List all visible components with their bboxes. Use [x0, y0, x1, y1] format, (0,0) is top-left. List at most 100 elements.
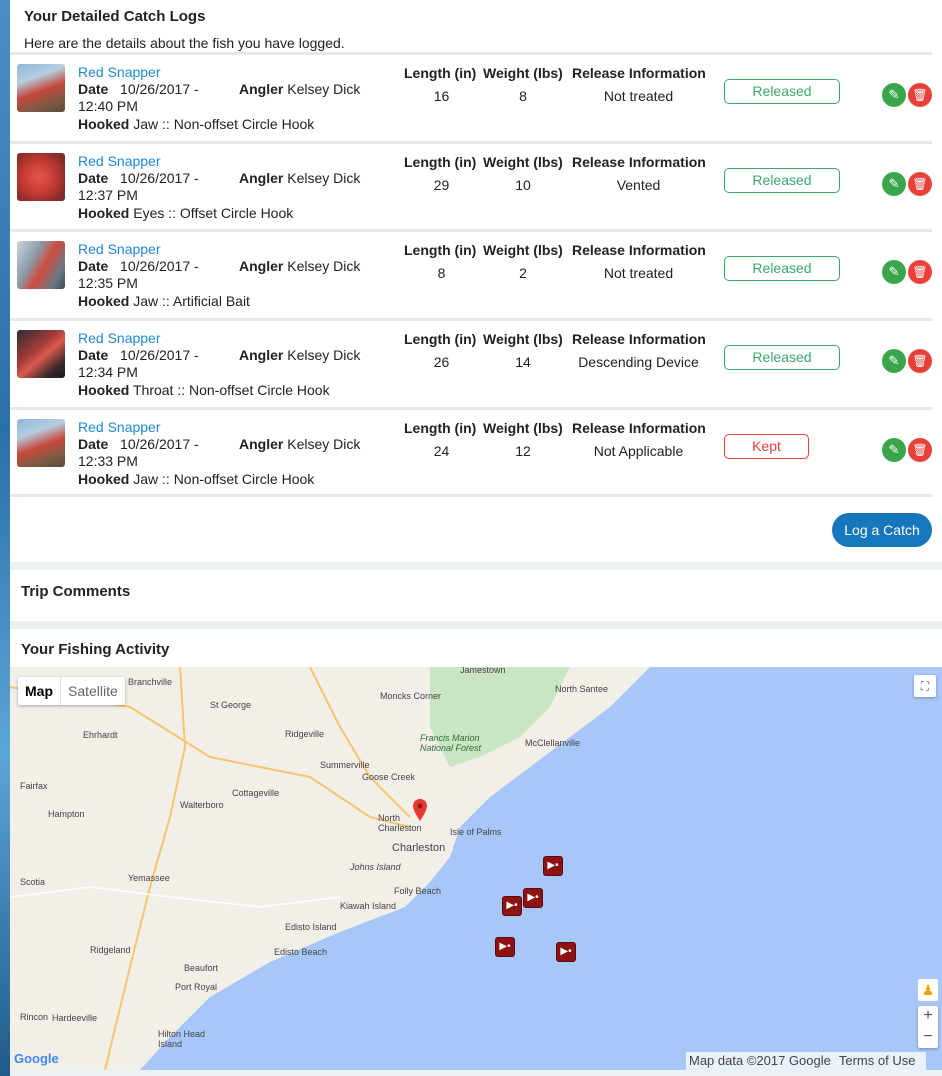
angler-label: Angler [239, 435, 284, 452]
map-place-label: Hardeeville [52, 1013, 98, 1023]
map-type-control[interactable]: Map Satellite [18, 677, 125, 705]
google-logo: Google [14, 1051, 59, 1066]
catch-marker-fish-icon[interactable]: ▶• [543, 856, 563, 876]
catch-date: Date 10/26/2017 - 12:33 PM [78, 436, 213, 470]
zoom-in-button[interactable]: + [918, 1006, 938, 1027]
catch-angler: Angler Kelsey Dick [239, 170, 360, 186]
map-type-map-button[interactable]: Map [18, 677, 60, 705]
catch-log-row: Red Snapper Date 10/26/2017 - 12:33 PM A… [10, 406, 932, 493]
catch-status-badge[interactable]: Released [724, 256, 840, 282]
length-header: Length (in) [404, 65, 477, 81]
map-place-label: Goose Creek [362, 772, 416, 782]
street-view-pegman-icon[interactable]: ♟ [918, 979, 938, 1001]
catch-status-badge[interactable]: Released [724, 167, 840, 193]
highway-road [309, 667, 411, 818]
map-place-label: McClellanville [525, 738, 581, 748]
map-place-label: Edisto Beach [274, 947, 328, 957]
catch-marker-fish-icon[interactable]: ▶• [523, 888, 543, 908]
weight-value: 2 [519, 265, 527, 282]
map-place-label: Walterboro [180, 800, 224, 810]
angler-label: Angler [239, 169, 284, 186]
catch-marker-fish-icon[interactable]: ▶• [495, 937, 515, 957]
length-value: 16 [433, 88, 450, 104]
catch-photo[interactable] [17, 241, 65, 290]
edit-pencil-icon[interactable]: ✎ [882, 260, 906, 285]
weight-header: Weight (lbs) [483, 419, 563, 436]
edit-pencil-icon[interactable]: ✎ [882, 171, 906, 196]
catch-photo[interactable] [17, 64, 65, 112]
date-label: Date [78, 347, 109, 364]
map-place-label: Ridgeville [285, 729, 325, 739]
species-link[interactable]: Red Snapper [78, 241, 161, 257]
map-place-label: Hilton Head Island [158, 1029, 206, 1049]
catch-hooked: Hooked Throat :: Non-offset Circle Hook [78, 382, 330, 398]
species-link[interactable]: Red Snapper [78, 64, 161, 80]
catch-photo[interactable] [17, 152, 65, 201]
catch-date: Date 10/26/2017 - 12:35 PM [78, 258, 213, 292]
edit-pencil-icon[interactable]: ✎ [882, 83, 906, 107]
hooked-label: Hooked [78, 116, 130, 132]
catch-marker-fish-icon[interactable]: ▶• [502, 896, 522, 916]
catch-status-badge[interactable]: Released [724, 345, 840, 371]
hooked-label: Hooked [78, 293, 130, 310]
map-canvas [10, 667, 942, 1070]
catch-log-row: Red Snapper Date 10/26/2017 - 12:34 PM A… [10, 318, 932, 405]
delete-trash-icon[interactable]: 🗑 [908, 83, 932, 107]
zoom-out-button[interactable]: − [918, 1027, 938, 1048]
weight-header: Weight (lbs) [483, 331, 563, 348]
length-header: Length (in) [404, 419, 477, 436]
weight-header: Weight (lbs) [483, 65, 563, 81]
fishing-activity-map[interactable]: Map Satellite ⛶ Branchville Jamestown St… [10, 667, 942, 1070]
map-place-label: Folly Beach [394, 886, 442, 896]
angler-value: Kelsey Dick [287, 258, 361, 275]
catch-date: Date 10/26/2017 - 12:34 PM [78, 347, 213, 381]
catch-angler: Angler Kelsey Dick [239, 258, 360, 274]
terms-of-use-link[interactable]: Terms of Use [839, 1053, 916, 1068]
angler-label: Angler [239, 258, 284, 275]
hooked-value: Jaw :: Non-offset Circle Hook [133, 116, 315, 132]
catch-angler: Angler Kelsey Dick [239, 81, 360, 97]
hooked-value: Jaw :: Non-offset Circle Hook [133, 470, 315, 487]
edit-pencil-icon[interactable]: ✎ [882, 349, 906, 374]
delete-trash-icon[interactable]: 🗑 [908, 171, 932, 196]
weight-value: 10 [515, 176, 531, 193]
catch-marker-fish-icon[interactable]: ▶• [556, 942, 576, 962]
local-road [10, 886, 341, 908]
catch-status-badge[interactable]: Released [724, 79, 840, 104]
fullscreen-icon[interactable]: ⛶ [914, 675, 936, 697]
delete-trash-icon[interactable]: 🗑 [908, 437, 932, 462]
map-type-satellite-button[interactable]: Satellite [60, 677, 125, 705]
ocean-area [140, 667, 942, 1070]
delete-trash-icon[interactable]: 🗑 [908, 260, 932, 285]
zoom-control[interactable]: + − [918, 1006, 938, 1048]
delete-trash-icon[interactable]: 🗑 [908, 349, 932, 374]
release-value: Not treated [603, 88, 674, 104]
catch-angler: Angler Kelsey Dick [239, 436, 360, 452]
catch-status-badge[interactable]: Kept [724, 433, 809, 459]
map-place-label: Moncks Corner [380, 691, 442, 701]
map-place-label: Yemassee [128, 873, 170, 883]
angler-value: Kelsey Dick [287, 81, 361, 97]
edit-pencil-icon[interactable]: ✎ [882, 437, 906, 462]
catch-date: Date 10/26/2017 - 12:37 PM [78, 170, 213, 204]
map-place-label: Cottageville [232, 788, 280, 798]
trip-comments-heading: Trip Comments [21, 583, 131, 600]
map-place-label: Jamestown [460, 667, 506, 675]
length-header: Length (in) [404, 331, 477, 348]
species-link[interactable]: Red Snapper [78, 419, 161, 435]
date-label: Date [78, 258, 109, 275]
species-link[interactable]: Red Snapper [78, 330, 161, 346]
map-place-label: Hampton [48, 809, 85, 819]
length-value: 8 [437, 265, 446, 282]
hooked-label: Hooked [78, 470, 130, 487]
length-header: Length (in) [404, 153, 477, 170]
release-value: Vented [616, 176, 661, 193]
date-label: Date [78, 81, 109, 97]
catch-photo[interactable] [17, 330, 65, 379]
location-pin-icon[interactable] [413, 799, 427, 821]
catch-log-row: Red Snapper Date 10/26/2017 - 12:40 PM A… [10, 52, 932, 138]
log-catch-button[interactable]: Log a Catch [832, 513, 932, 547]
weight-value: 12 [515, 442, 531, 459]
catch-photo[interactable] [17, 418, 65, 467]
species-link[interactable]: Red Snapper [78, 153, 161, 169]
